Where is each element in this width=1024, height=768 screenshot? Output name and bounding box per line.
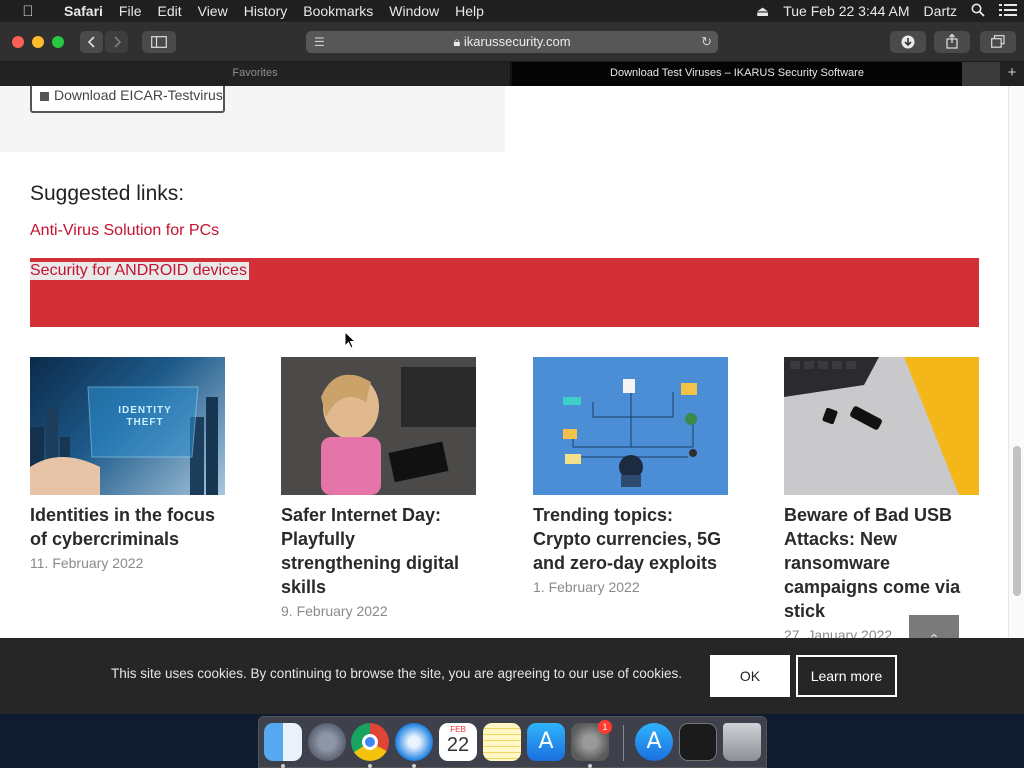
running-indicator bbox=[368, 764, 372, 768]
url-text[interactable]: 🔒︎ ikarussecurity.com bbox=[306, 31, 718, 53]
download-eicar-button[interactable]: Download EICAR-Testvirus bbox=[30, 86, 225, 113]
menu-edit[interactable]: Edit bbox=[149, 0, 189, 22]
share-button[interactable] bbox=[934, 31, 970, 53]
tab-favorites[interactable]: Favorites bbox=[0, 62, 511, 86]
tab-active[interactable]: Download Test Viruses – IKARUS Security … bbox=[512, 62, 962, 86]
article-card-safer-internet[interactable]: Safer Internet Day: Playfully strengthen… bbox=[281, 357, 476, 619]
calendar-day: 22 bbox=[446, 734, 470, 756]
spotlight-search-icon[interactable] bbox=[964, 3, 992, 20]
laptop-usb-image bbox=[784, 357, 979, 495]
running-indicator bbox=[412, 764, 416, 768]
downloads-button[interactable] bbox=[890, 31, 926, 53]
sidebar-icon bbox=[151, 36, 167, 48]
tab-overview-button[interactable] bbox=[980, 31, 1016, 53]
app-store-icon[interactable]: A bbox=[527, 723, 565, 761]
reload-icon[interactable]: ↻ bbox=[701, 31, 712, 53]
forward-button[interactable] bbox=[105, 31, 128, 53]
apple-menu-icon[interactable]:  bbox=[0, 3, 56, 20]
address-bar[interactable]: ☰ 🔒︎ ikarussecurity.com ↻ bbox=[306, 31, 718, 53]
article-date: 1. February 2022 bbox=[533, 579, 640, 595]
link-android-security[interactable]: Security for ANDROID devices bbox=[30, 262, 249, 280]
scroll-to-top-button[interactable]: ⌃ bbox=[909, 615, 959, 638]
menu-history[interactable]: History bbox=[236, 0, 296, 22]
download-icon bbox=[901, 35, 915, 49]
article-card-trending-topics[interactable]: Trending topics: Crypto currencies, 5G a… bbox=[533, 357, 728, 595]
back-button[interactable] bbox=[80, 31, 103, 53]
system-preferences-icon[interactable]: 1 bbox=[571, 720, 612, 761]
article-thumbnail-identity-theft[interactable]: IDENTITY THEFT bbox=[30, 357, 225, 495]
launchpad-icon[interactable] bbox=[308, 723, 346, 761]
article-thumbnail-usb-stick[interactable] bbox=[784, 357, 979, 495]
article-title[interactable]: Beware of Bad USB Attacks: New ransomwar… bbox=[784, 503, 979, 623]
window-minimize-button[interactable] bbox=[32, 36, 44, 48]
url-domain: ikarussecurity.com bbox=[463, 34, 571, 49]
app-store-downloads-icon[interactable]: A bbox=[635, 723, 673, 761]
menubar-clock[interactable]: Tue Feb 22 3:44 AM bbox=[776, 3, 916, 19]
running-indicator bbox=[588, 764, 592, 768]
tabs-icon bbox=[991, 35, 1005, 48]
new-tab-button[interactable]: + bbox=[1000, 62, 1024, 86]
article-date: 9. February 2022 bbox=[281, 603, 388, 619]
floppy-disk-icon bbox=[40, 92, 49, 101]
article-title[interactable]: Identities in the focus of cybercriminal… bbox=[30, 503, 225, 551]
mouse-cursor-icon bbox=[344, 331, 356, 349]
suggested-links-heading: Suggested links: bbox=[30, 182, 185, 205]
notification-badge: 1 bbox=[598, 720, 612, 734]
window-close-button[interactable] bbox=[12, 36, 24, 48]
chevron-right-icon bbox=[113, 36, 121, 48]
menu-app-safari[interactable]: Safari bbox=[56, 0, 111, 22]
dock: FEB 22 A 1 A bbox=[258, 716, 767, 768]
running-indicator bbox=[281, 764, 285, 768]
eject-icon[interactable]: ⏏ bbox=[749, 3, 776, 20]
notes-icon[interactable] bbox=[483, 723, 521, 761]
menu-file[interactable]: File bbox=[111, 0, 150, 22]
article-title[interactable]: Safer Internet Day: Playfully strengthen… bbox=[281, 503, 476, 599]
share-icon bbox=[946, 33, 958, 49]
calendar-icon[interactable]: FEB 22 bbox=[439, 723, 477, 761]
browser-toolbar: ☰ 🔒︎ ikarussecurity.com ↻ bbox=[0, 22, 1024, 62]
article-card-bad-usb[interactable]: Beware of Bad USB Attacks: New ransomwar… bbox=[784, 357, 979, 638]
article-title[interactable]: Trending topics: Crypto currencies, 5G a… bbox=[533, 503, 728, 575]
cookie-banner: This site uses cookies. By continuing to… bbox=[0, 638, 1024, 714]
cookie-ok-button[interactable]: OK bbox=[710, 655, 790, 697]
chrome-icon[interactable] bbox=[351, 723, 389, 761]
cookie-message: This site uses cookies. By continuing to… bbox=[111, 666, 683, 681]
hacker-network-illustration bbox=[533, 357, 728, 495]
link-antivirus-pcs[interactable]: Anti-Virus Solution for PCs bbox=[30, 222, 219, 240]
article-thumbnail-hacker-network[interactable] bbox=[533, 357, 728, 495]
menu-help[interactable]: Help bbox=[447, 0, 492, 22]
article-date: 11. February 2022 bbox=[30, 555, 144, 571]
app-store-glyph: A bbox=[538, 729, 554, 754]
finder-icon[interactable] bbox=[264, 723, 302, 761]
chevron-left-icon bbox=[87, 36, 95, 48]
tab-empty-slot[interactable] bbox=[962, 62, 1000, 86]
sidebar-toggle-button[interactable] bbox=[142, 31, 176, 53]
child-at-keyboard-image bbox=[281, 357, 476, 495]
lock-icon: 🔒︎ bbox=[453, 34, 461, 49]
chrome-center-icon bbox=[362, 734, 378, 750]
page-scrollbar[interactable] bbox=[1008, 86, 1024, 638]
terminal-icon[interactable] bbox=[679, 723, 717, 761]
menu-bookmarks[interactable]: Bookmarks bbox=[295, 0, 381, 22]
trash-icon[interactable] bbox=[723, 723, 761, 761]
menubar-user[interactable]: Dartz bbox=[917, 3, 964, 19]
safari-icon[interactable] bbox=[395, 723, 433, 761]
menu-window[interactable]: Window bbox=[381, 0, 447, 22]
calendar-month: FEB bbox=[450, 725, 466, 734]
thumbnail-caption: IDENTITY THEFT bbox=[118, 405, 172, 428]
download-eicar-label: Download EICAR-Testvirus bbox=[54, 87, 223, 103]
dock-separator bbox=[623, 725, 624, 761]
article-thumbnail-child-computer[interactable] bbox=[281, 357, 476, 495]
article-card-identities[interactable]: IDENTITY THEFT Identities in the focus o… bbox=[30, 357, 225, 571]
window-maximize-button[interactable] bbox=[52, 36, 64, 48]
control-center-list-icon[interactable] bbox=[992, 3, 1024, 20]
cookie-learn-more-button[interactable]: Learn more bbox=[796, 655, 897, 697]
app-store-glyph: A bbox=[646, 729, 662, 754]
web-page: Download EICAR-Testvirus Suggested links… bbox=[0, 86, 1008, 638]
menu-view[interactable]: View bbox=[190, 0, 236, 22]
tab-bar: Favorites Download Test Viruses – IKARUS… bbox=[0, 62, 1024, 86]
scrollbar-thumb[interactable] bbox=[1013, 446, 1021, 596]
menu-bar:  Safari File Edit View History Bookmark… bbox=[0, 0, 1024, 22]
